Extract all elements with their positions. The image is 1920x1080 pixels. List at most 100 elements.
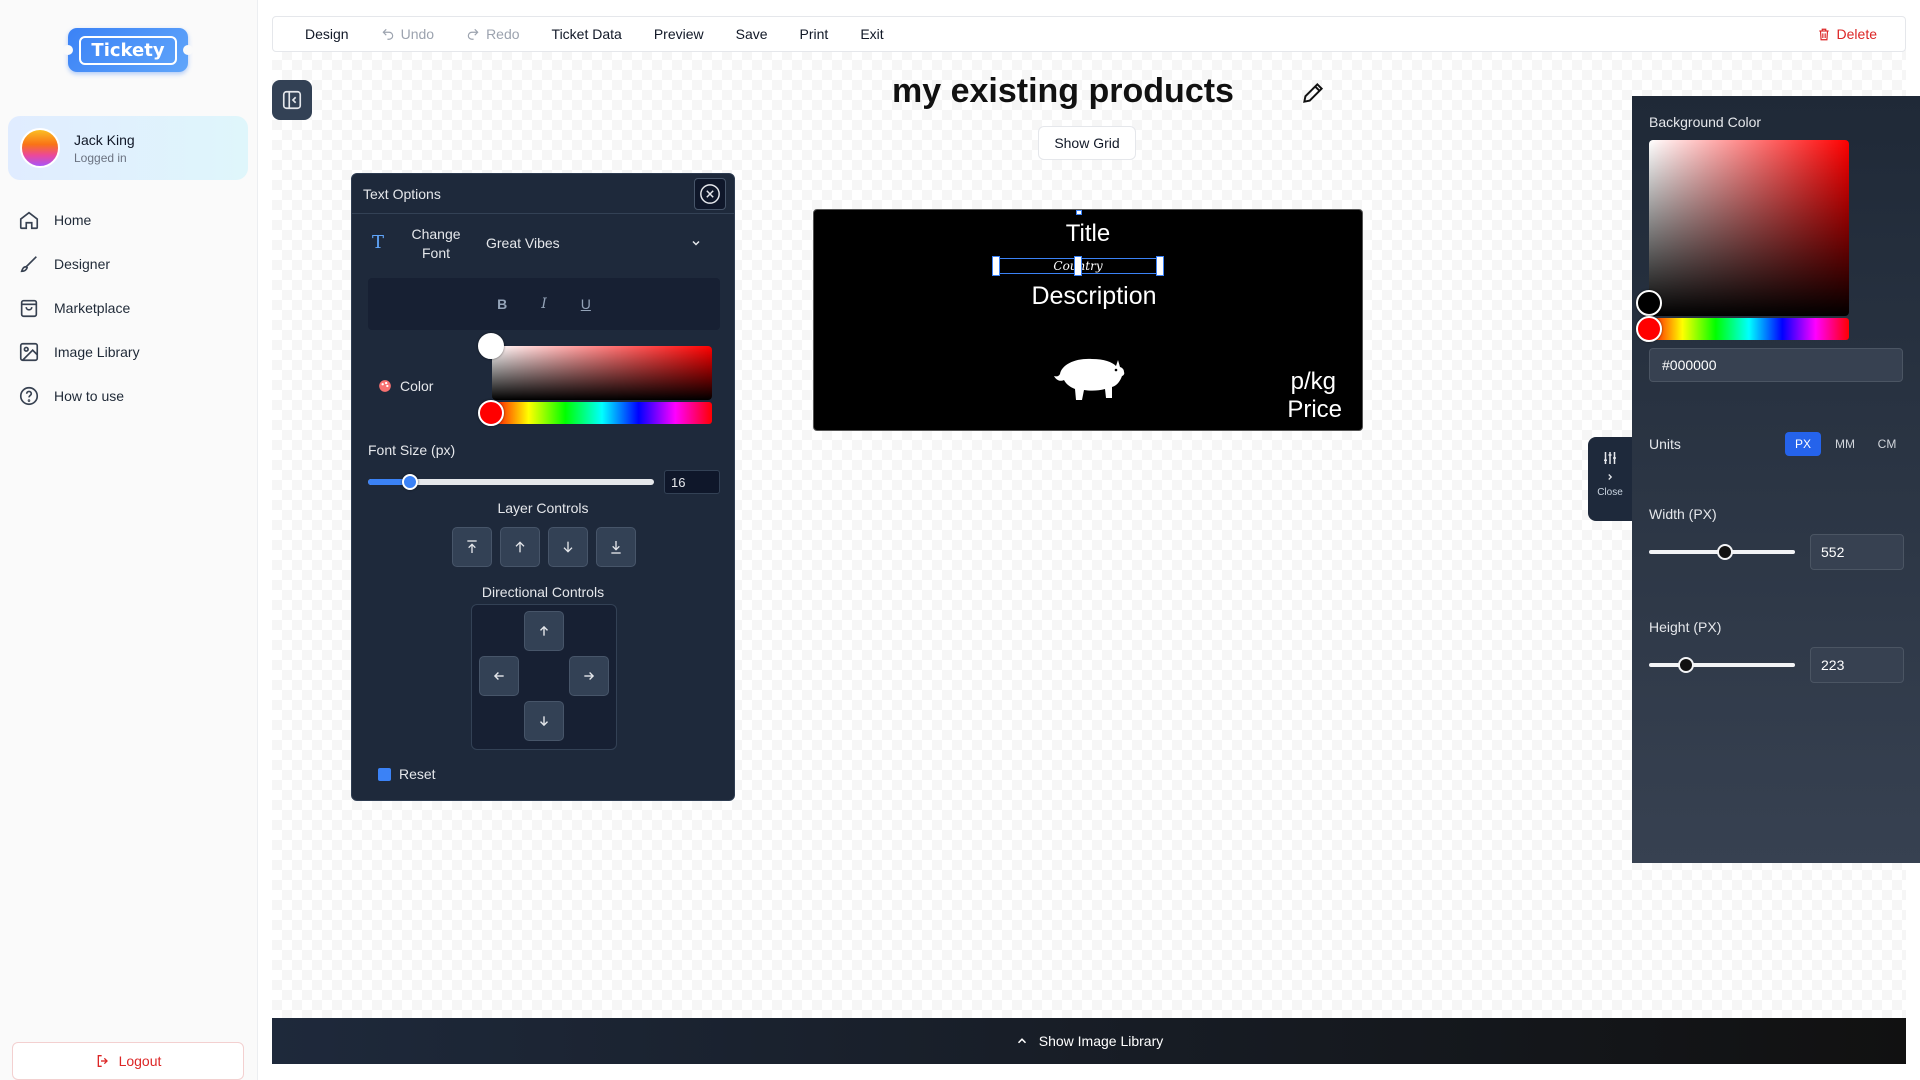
pig-icon[interactable] [1052,354,1126,404]
show-image-library-button[interactable]: Show Image Library [272,1018,1906,1064]
app-logo[interactable]: Tickety [63,28,193,72]
pencil-icon [1303,82,1324,103]
move-down-button[interactable] [524,701,564,741]
layer-controls-label: Layer Controls [497,500,589,516]
italic-button[interactable]: I [541,296,547,312]
redo-button[interactable]: Redo [466,26,520,42]
resize-handle[interactable] [992,256,1000,276]
background-color-saturation-picker[interactable] [1649,140,1849,316]
trash-icon [1818,28,1829,40]
hue-slider-handle[interactable] [478,400,504,426]
bring-to-front-button[interactable] [452,527,492,567]
font-select[interactable]: Great Vibes [476,228,712,258]
height-input[interactable]: 223 [1810,647,1904,683]
palette-icon [379,380,391,392]
sidebar-item-label: Home [54,212,92,228]
background-hex-input[interactable]: #000000 [1649,348,1903,382]
brush-icon [20,256,37,273]
bring-forward-button[interactable] [500,527,540,567]
edit-title-button[interactable] [1300,80,1326,111]
arrow-up-icon [515,541,525,553]
rotate-handle[interactable] [1076,210,1082,215]
text-options-panel: Text Options T Change Font Great Vibes B… [351,173,735,801]
collapse-sidebar-button[interactable] [272,80,312,120]
redo-icon [467,28,479,40]
exit-button[interactable]: Exit [860,26,883,42]
close-icon [700,184,720,204]
chevron-down-icon [692,240,700,246]
close-properties-panel-tab[interactable]: Close [1588,437,1632,521]
unit-px-button[interactable]: PX [1785,432,1821,456]
underline-button[interactable]: U [581,296,591,312]
undo-button[interactable]: Undo [381,26,434,42]
text-color-hue-slider[interactable] [492,402,712,424]
sidebar-item-image-library[interactable]: Image Library [18,330,140,374]
send-to-back-icon [611,541,621,554]
design-button[interactable]: Design [305,26,349,42]
reset-label: Reset [399,766,436,782]
sidebar-item-home[interactable]: Home [18,198,140,242]
user-card[interactable]: Jack King Logged in [8,116,248,180]
unit-mm-button[interactable]: MM [1827,432,1863,456]
logout-button[interactable]: Logout [12,1042,244,1080]
sidebar-item-designer[interactable]: Designer [18,242,140,286]
width-label: Width (PX) [1649,506,1717,522]
sidebar-item-how-to-use[interactable]: How to use [18,374,140,418]
resize-handle[interactable] [1156,256,1164,276]
avatar [20,128,60,168]
height-slider[interactable] [1649,663,1795,667]
bold-button[interactable]: B [497,296,507,312]
font-row: T Change Font Great Vibes [352,214,734,270]
font-size-slider-handle[interactable] [402,474,418,490]
send-to-back-button[interactable] [596,527,636,567]
close-panel-button[interactable] [694,178,726,210]
background-saturation-handle[interactable] [1636,290,1662,316]
height-slider-handle[interactable] [1678,657,1694,673]
show-grid-button[interactable]: Show Grid [1038,126,1136,160]
sidebar-toggle-icon [282,90,302,110]
ticket-data-button[interactable]: Ticket Data [552,26,622,42]
shopping-bag-icon [20,299,38,318]
unit-cm-button[interactable]: CM [1869,432,1905,456]
sidebar-item-label: How to use [54,388,125,404]
text-options-title: Text Options [352,174,734,214]
close-tab-label: Close [1597,487,1623,498]
bring-to-front-icon [467,540,477,553]
move-up-button[interactable] [524,611,564,651]
image-icon [19,342,39,362]
width-input[interactable]: 552 [1810,534,1904,570]
chevron-up-icon [1017,1038,1026,1044]
sidebar-item-label: Marketplace [54,300,131,316]
background-hue-handle[interactable] [1636,316,1662,342]
arrow-up-icon [540,625,548,636]
ticket-unit-text[interactable]: p/kg [1291,368,1336,396]
unit-toggle: PX MM CM [1785,432,1905,456]
width-slider-handle[interactable] [1717,544,1733,560]
send-backward-button[interactable] [548,527,588,567]
top-toolbar: Design Undo Redo Ticket Data Preview Sav… [272,16,1906,52]
save-button[interactable]: Save [736,26,768,42]
ticket-title-text[interactable]: Title [814,220,1362,248]
print-button[interactable]: Print [800,26,829,42]
preview-button[interactable]: Preview [654,26,704,42]
move-right-button[interactable] [569,656,609,696]
ticket-description-text[interactable]: Description [820,282,1368,311]
undo-label: Undo [400,26,435,42]
font-size-input[interactable]: 16 [664,470,720,494]
logo-text: Tickety [79,35,177,65]
text-color-saturation-picker[interactable] [492,346,712,400]
move-left-button[interactable] [479,656,519,696]
resize-handle[interactable] [1074,256,1082,276]
arrow-down-icon [563,541,573,553]
delete-button[interactable]: Delete [1817,26,1877,42]
redo-label: Redo [486,26,520,42]
saturation-picker-handle[interactable] [478,333,504,359]
delete-label: Delete [1836,26,1877,42]
sidebar-item-marketplace[interactable]: Marketplace [18,286,140,330]
ticket-preview[interactable]: Title Country Description p/kg Price [813,209,1363,431]
ticket-price-text[interactable]: Price [1287,396,1342,424]
background-color-hue-slider[interactable] [1649,318,1849,340]
color-label-text: Color [400,378,434,394]
logout-label: Logout [118,1053,162,1069]
reset-button[interactable]: Reset [378,766,436,782]
